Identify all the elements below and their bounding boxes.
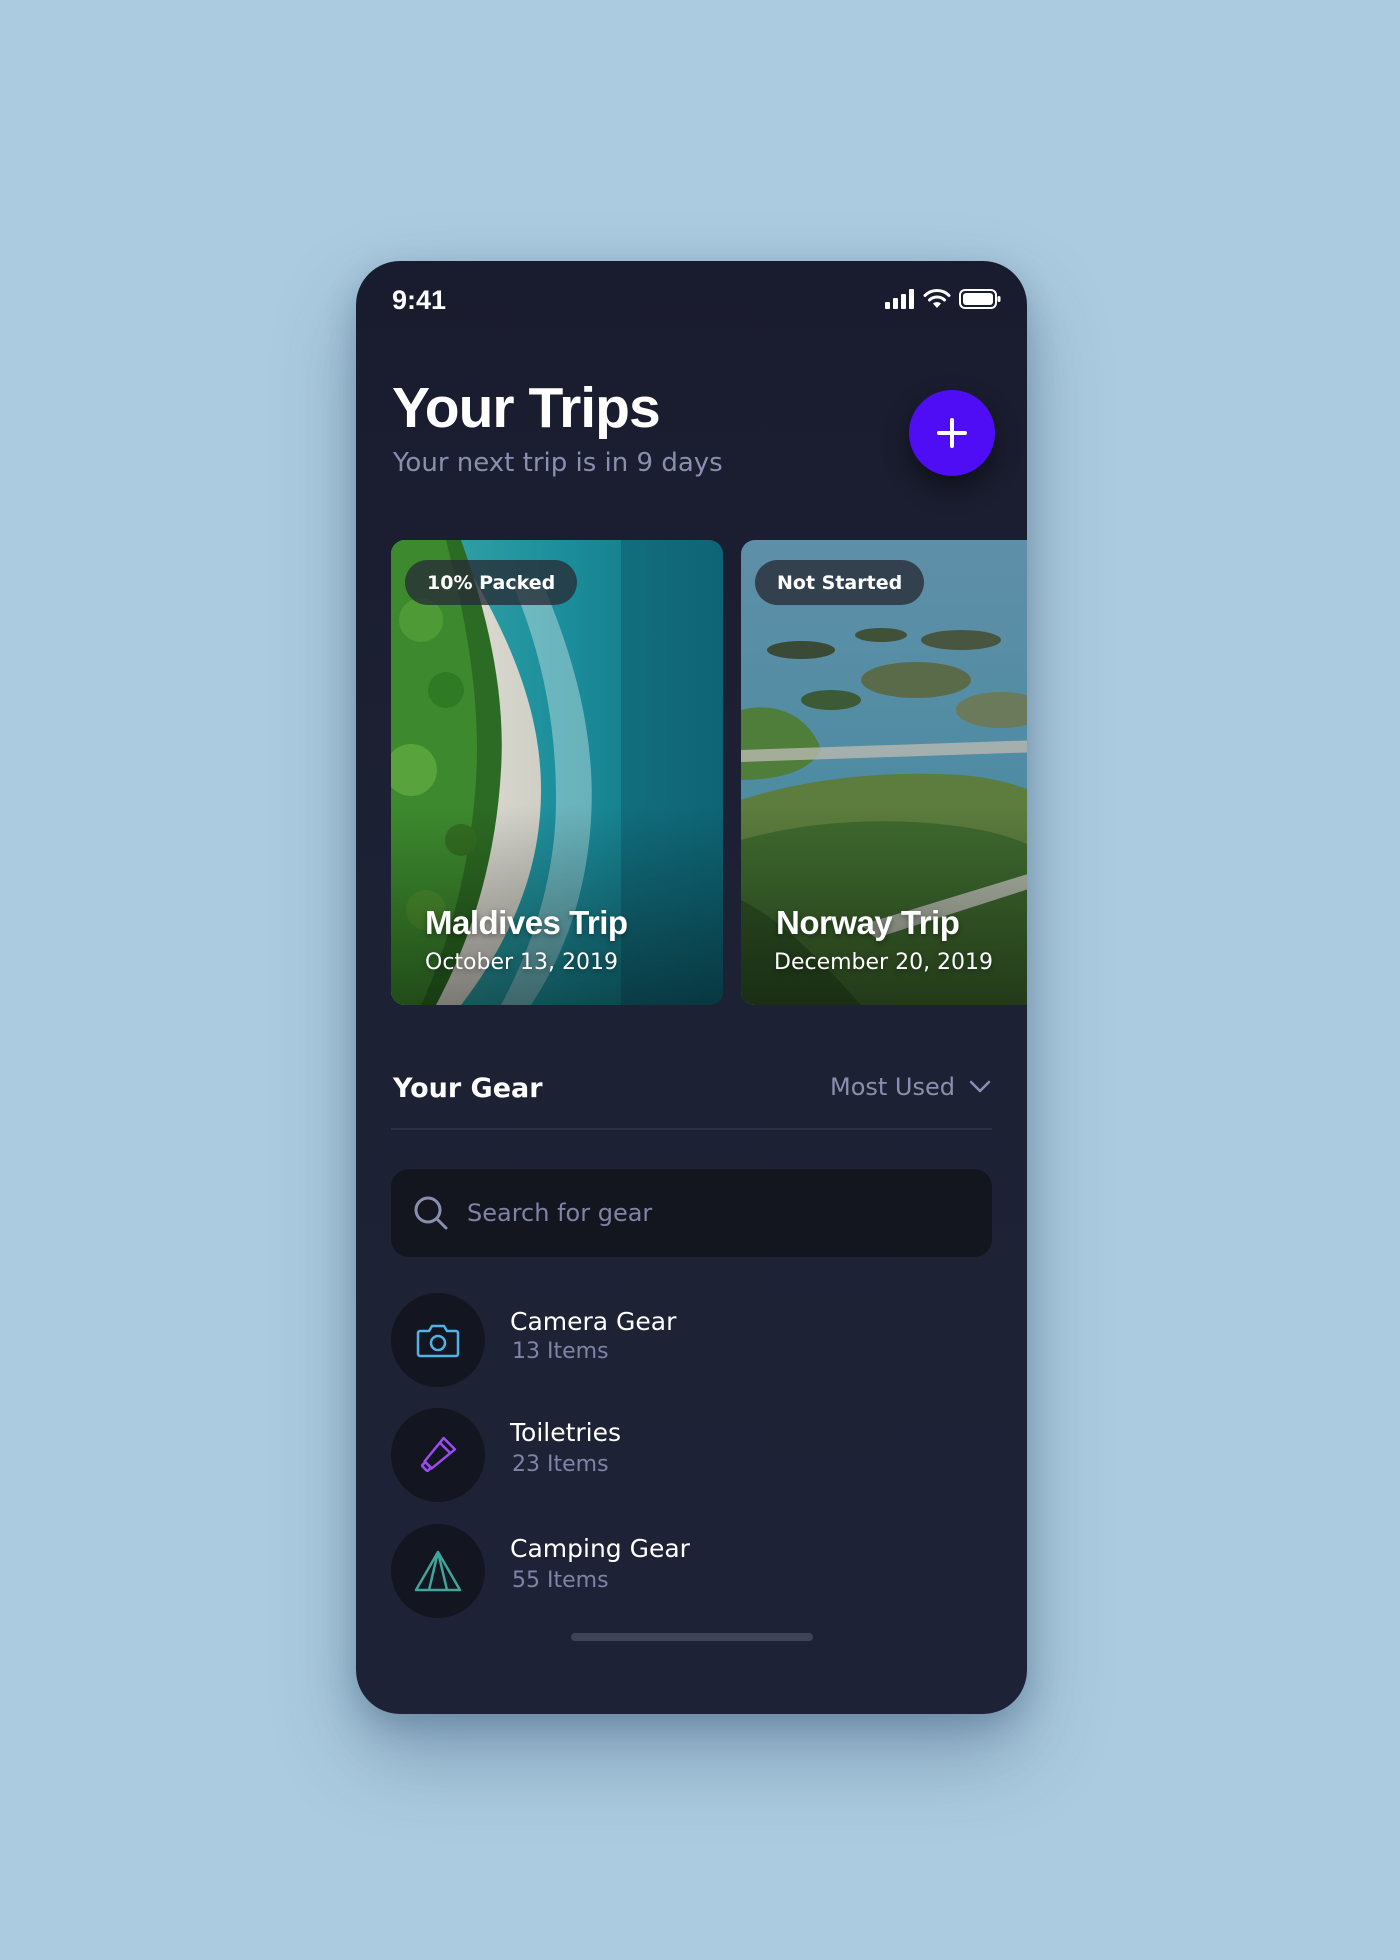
add-trip-button[interactable] [909, 390, 995, 476]
packing-status-badge: Not Started [755, 560, 925, 605]
wifi-icon [923, 289, 951, 308]
gear-icon-badge [391, 1293, 485, 1387]
toothpaste-icon [420, 1436, 457, 1473]
search-icon [414, 1196, 448, 1230]
battery-icon [959, 289, 1001, 309]
gear-item-camera[interactable]: Camera Gear 13 Items [391, 1293, 992, 1388]
status-icons [885, 289, 1001, 309]
trip-name: Norway Trip [776, 904, 960, 941]
gear-icon-badge [391, 1524, 485, 1618]
gear-icon-badge [391, 1408, 485, 1502]
gear-item-count: 23 Items [512, 1452, 609, 1477]
trip-card-norway[interactable]: Not Started Norway Trip December 20, 201… [741, 540, 1027, 1005]
trip-card-maldives[interactable]: 10% Packed Maldives Trip October 13, 201… [391, 540, 723, 1005]
search-bar[interactable] [391, 1169, 992, 1257]
search-input[interactable] [465, 1198, 949, 1228]
camera-icon [416, 1324, 460, 1358]
phone-screen: 9:41 Your Trips Your next trip is in 9 d… [356, 261, 1027, 1714]
sort-dropdown[interactable]: Most Used [830, 1073, 991, 1101]
chevron-down-icon [969, 1080, 991, 1093]
gear-item-name: Camera Gear [510, 1307, 677, 1336]
trip-name: Maldives Trip [425, 904, 628, 941]
page-title: Your Trips [392, 376, 661, 440]
trip-date: October 13, 2019 [425, 950, 619, 975]
gear-item-count: 55 Items [512, 1568, 609, 1593]
page-subtitle: Your next trip is in 9 days [393, 448, 723, 478]
sort-label: Most Used [829, 1073, 955, 1101]
gear-section-heading: Your Gear [393, 1073, 543, 1104]
gear-item-name: Toiletries [510, 1418, 622, 1447]
home-indicator[interactable] [571, 1633, 813, 1641]
gear-item-count: 13 Items [512, 1339, 609, 1364]
gear-item-toiletries[interactable]: Toiletries 23 Items [391, 1408, 992, 1503]
gear-item-name: Camping Gear [510, 1534, 690, 1563]
tent-icon [414, 1550, 462, 1592]
section-divider [391, 1128, 992, 1130]
packing-status-badge: 10% Packed [405, 560, 578, 605]
plus-icon [937, 418, 967, 448]
gear-item-camping[interactable]: Camping Gear 55 Items [391, 1524, 992, 1619]
status-time: 9:41 [392, 285, 447, 315]
trip-date: December 20, 2019 [774, 950, 994, 975]
signal-icon [885, 289, 914, 309]
